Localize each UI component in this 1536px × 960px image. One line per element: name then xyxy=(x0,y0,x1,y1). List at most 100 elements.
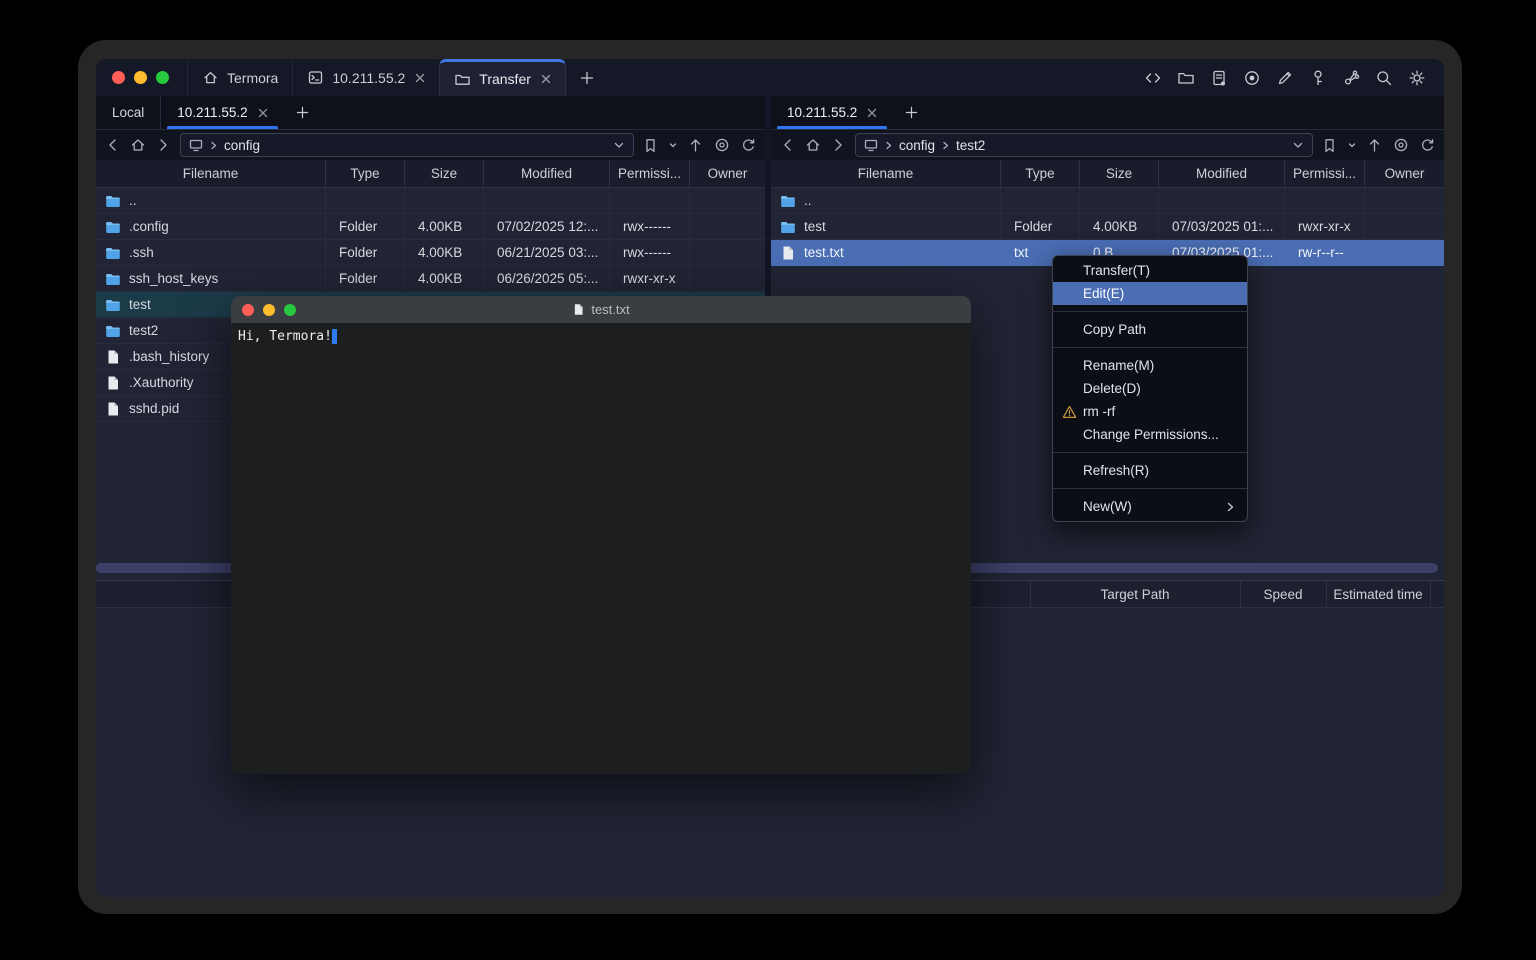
right-new-tab-button[interactable] xyxy=(893,96,930,129)
table-row[interactable]: .. xyxy=(96,188,765,214)
table-row[interactable]: test Folder 4.00KB 07/03/2025 01:... rwx… xyxy=(771,214,1444,240)
right-toolbar: config test2 xyxy=(771,130,1444,160)
column-header-modified[interactable]: Modified xyxy=(484,160,610,187)
folder-icon xyxy=(105,219,121,235)
menu-item-edit[interactable]: Edit(E) xyxy=(1053,282,1247,305)
editor-zoom-button[interactable] xyxy=(284,304,296,316)
pencil-icon[interactable] xyxy=(1276,69,1294,87)
menu-item-refresh[interactable]: Refresh(R) xyxy=(1053,459,1247,482)
tab-termora[interactable]: Termora xyxy=(187,59,292,96)
path-segment[interactable]: config xyxy=(224,138,260,153)
file-name: .. xyxy=(129,193,137,208)
file-icon xyxy=(105,401,121,417)
menu-item-change-permissions[interactable]: Change Permissions... xyxy=(1053,423,1247,446)
menu-item-transfer[interactable]: Transfer(T) xyxy=(1053,259,1247,282)
right-path-field[interactable]: config test2 xyxy=(855,133,1313,157)
tab-local[interactable]: Local xyxy=(96,96,161,129)
text-cursor xyxy=(332,329,337,344)
right-panel-tabstrip: 10.211.55.2 xyxy=(771,96,1444,130)
search-icon[interactable] xyxy=(1375,69,1393,87)
menu-item-delete[interactable]: Delete(D) xyxy=(1053,377,1247,400)
file-name: .Xauthority xyxy=(129,375,194,390)
table-row[interactable]: .config Folder 4.00KB 07/02/2025 12:... … xyxy=(96,214,765,240)
upload-icon[interactable] xyxy=(1367,138,1382,153)
table-row[interactable]: ssh_host_keys Folder 4.00KB 06/26/2025 0… xyxy=(96,266,765,292)
table-row[interactable]: .ssh Folder 4.00KB 06/21/2025 03:... rwx… xyxy=(96,240,765,266)
table-row[interactable]: .. xyxy=(771,188,1444,214)
refresh-icon[interactable] xyxy=(1420,138,1435,153)
tab-label: 10.211.55.2 xyxy=(177,105,247,120)
editor-minimize-button[interactable] xyxy=(263,304,275,316)
minimize-window-button[interactable] xyxy=(134,71,147,84)
chevron-down-icon[interactable] xyxy=(1292,139,1304,151)
back-icon[interactable] xyxy=(105,137,121,153)
key-icon[interactable] xyxy=(1309,69,1327,87)
code-icon[interactable] xyxy=(1144,69,1162,87)
column-header-type[interactable]: Type xyxy=(326,160,405,187)
editor-content[interactable]: Hi, Termora! xyxy=(231,323,971,774)
show-hidden-files-icon[interactable] xyxy=(1393,137,1409,153)
folder-icon xyxy=(105,323,121,339)
show-hidden-files-icon[interactable] xyxy=(714,137,730,153)
close-icon[interactable] xyxy=(258,108,268,118)
settings-gear-icon[interactable] xyxy=(1408,69,1426,87)
bookmark-icon[interactable] xyxy=(643,138,658,153)
column-header-filename[interactable]: Filename xyxy=(771,160,1001,187)
menu-item-rename[interactable]: Rename(M) xyxy=(1053,354,1247,377)
titlebar: Termora 10.211.55.2 Transfer xyxy=(96,59,1444,96)
column-header-modified[interactable]: Modified xyxy=(1159,160,1285,187)
column-header-permissions[interactable]: Permissi... xyxy=(1285,160,1365,187)
menu-item-copy-path[interactable]: Copy Path xyxy=(1053,318,1247,341)
keychain-icon[interactable] xyxy=(1342,69,1360,87)
back-icon[interactable] xyxy=(780,137,796,153)
file-name: .ssh xyxy=(129,245,154,260)
editor-titlebar[interactable]: test.txt xyxy=(231,296,971,323)
column-header-speed[interactable]: Speed xyxy=(1240,581,1326,607)
bookmark-dropdown-icon[interactable] xyxy=(669,141,677,149)
bookmark-dropdown-icon[interactable] xyxy=(1348,141,1356,149)
chevron-right-icon xyxy=(884,141,893,150)
left-new-tab-button[interactable] xyxy=(284,96,321,129)
tab-left-session[interactable]: 10.211.55.2 xyxy=(161,96,283,129)
menu-item-rm-rf[interactable]: rm -rf xyxy=(1053,400,1247,423)
close-icon[interactable] xyxy=(415,73,425,83)
forward-icon[interactable] xyxy=(830,137,846,153)
refresh-icon[interactable] xyxy=(741,138,756,153)
menu-item-new[interactable]: New(W) xyxy=(1053,495,1247,518)
editor-close-button[interactable] xyxy=(242,304,254,316)
path-segment[interactable]: test2 xyxy=(956,138,985,153)
left-path-field[interactable]: config xyxy=(180,133,634,157)
log-icon[interactable] xyxy=(1210,69,1228,87)
close-icon[interactable] xyxy=(867,108,877,118)
file-name: test xyxy=(129,297,151,312)
column-header-estimated-time[interactable]: Estimated time xyxy=(1326,581,1430,607)
tab-transfer[interactable]: Transfer xyxy=(439,59,566,96)
folder-icon[interactable] xyxy=(1177,69,1195,87)
forward-icon[interactable] xyxy=(155,137,171,153)
column-header-size[interactable]: Size xyxy=(1080,160,1159,187)
tab-label: Transfer xyxy=(479,71,531,87)
record-icon[interactable] xyxy=(1243,69,1261,87)
termora-app-window: Termora 10.211.55.2 Transfer xyxy=(96,59,1444,897)
path-segment[interactable]: config xyxy=(899,138,935,153)
zoom-window-button[interactable] xyxy=(156,71,169,84)
new-tab-button[interactable] xyxy=(566,59,608,96)
upload-icon[interactable] xyxy=(688,138,703,153)
close-icon[interactable] xyxy=(541,74,551,84)
tab-right-session[interactable]: 10.211.55.2 xyxy=(771,96,893,129)
bookmark-icon[interactable] xyxy=(1322,138,1337,153)
column-header-filename[interactable]: Filename xyxy=(96,160,326,187)
column-header-target-path[interactable]: Target Path xyxy=(1030,581,1240,607)
home-icon[interactable] xyxy=(805,137,821,153)
chevron-down-icon[interactable] xyxy=(613,139,625,151)
close-window-button[interactable] xyxy=(112,71,125,84)
column-header-type[interactable]: Type xyxy=(1001,160,1080,187)
column-header-size[interactable]: Size xyxy=(405,160,484,187)
tab-session-10-211-55-2[interactable]: 10.211.55.2 xyxy=(292,59,439,96)
column-header-owner[interactable]: Owner xyxy=(1365,160,1444,187)
traffic-lights xyxy=(96,59,187,96)
column-header-permissions[interactable]: Permissi... xyxy=(610,160,690,187)
column-divider xyxy=(1430,581,1431,607)
column-header-owner[interactable]: Owner xyxy=(690,160,765,187)
home-icon[interactable] xyxy=(130,137,146,153)
